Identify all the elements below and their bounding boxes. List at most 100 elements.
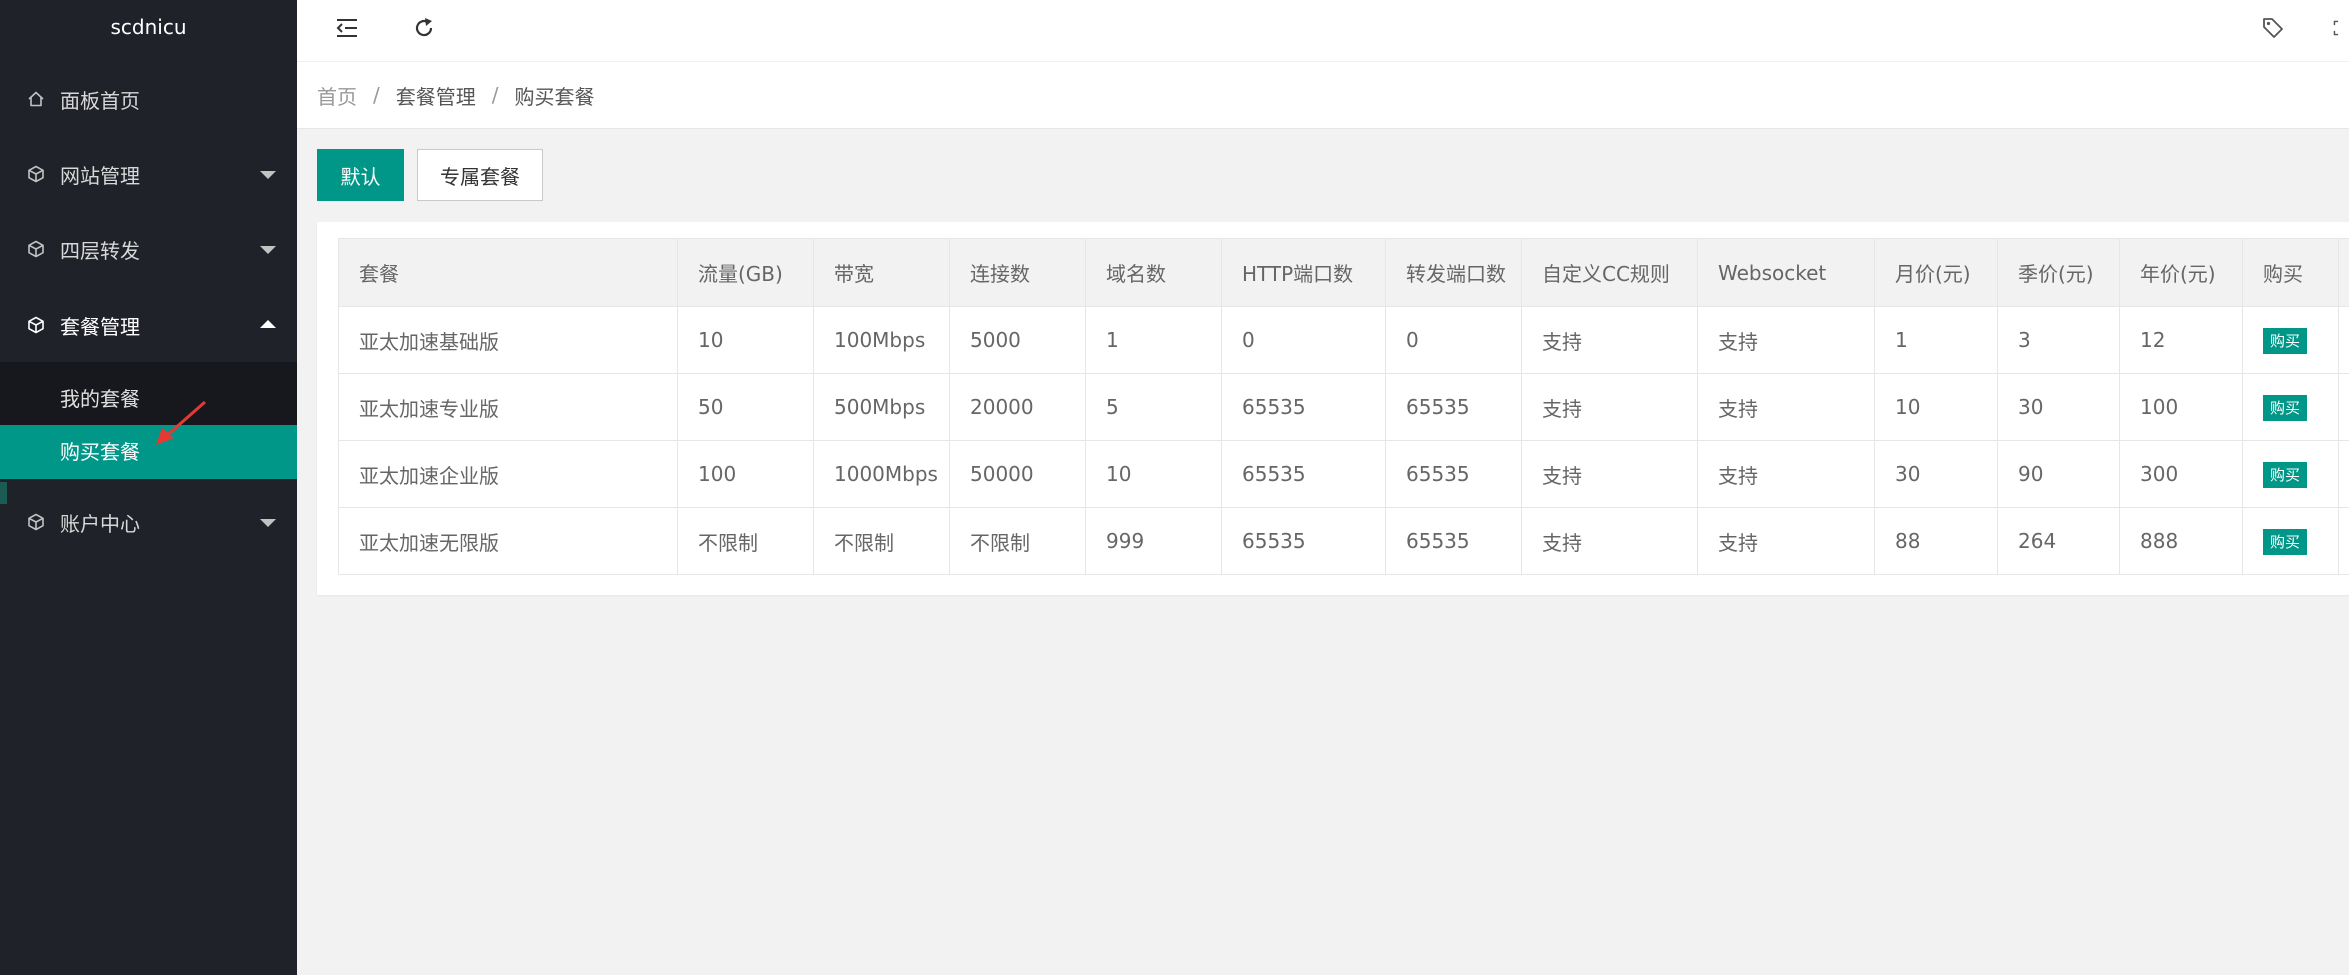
table-row: 亚太加速企业版 100 1000Mbps 50000 10 65535 6553…	[339, 441, 2349, 508]
table-cell: 300	[2120, 441, 2243, 508]
table-cell: 65535	[1386, 441, 1522, 508]
chevron-down-icon	[260, 171, 276, 179]
column-header: 流量(GB)	[678, 239, 814, 307]
menu-fold-icon[interactable]	[333, 14, 361, 42]
sidebar-subitem-my-packages[interactable]: 我的套餐	[0, 372, 297, 426]
table-cell: 购买	[2243, 508, 2339, 575]
table-cell: 888	[2120, 508, 2243, 575]
table-cell	[2339, 307, 2349, 374]
chevron-down-icon	[260, 246, 276, 254]
table-cell: 500Mbps	[814, 374, 950, 441]
table-cell: 12	[2120, 307, 2243, 374]
column-header: 连接数	[950, 239, 1086, 307]
sidebar-item-label: 账户中心	[60, 508, 140, 537]
chevron-down-icon	[260, 519, 276, 527]
table-row: 亚太加速基础版 10 100Mbps 5000 1 0 0 支持 支持 1 3 …	[339, 307, 2349, 374]
table-cell: 支持	[1522, 441, 1698, 508]
table-cell: 0	[1222, 307, 1386, 374]
sidebar-item-forwarding[interactable]: 四层转发	[0, 211, 297, 287]
table-cell	[2339, 508, 2349, 575]
tag-icon[interactable]	[2259, 14, 2287, 42]
table-cell: 3	[1998, 307, 2120, 374]
fullscreen-icon[interactable]	[2333, 14, 2349, 42]
table-cell: 亚太加速专业版	[339, 374, 678, 441]
column-header: 购买	[2243, 239, 2339, 307]
sidebar: scdnicu 面板首页 网站管理 四层转发 套餐管理 我的套餐 购买套餐	[0, 0, 297, 975]
chevron-up-icon	[260, 320, 276, 328]
table-cell: 支持	[1522, 508, 1698, 575]
table-cell: 亚太加速基础版	[339, 307, 678, 374]
table-cell: 5	[1086, 374, 1222, 441]
table-cell: 90	[1998, 441, 2120, 508]
table-cell: 100	[678, 441, 814, 508]
table-cell: 20000	[950, 374, 1086, 441]
table-cell: 支持	[1698, 441, 1875, 508]
table-cell: 1	[1086, 307, 1222, 374]
table-cell: 不限制	[950, 508, 1086, 575]
table-cell: 5000	[950, 307, 1086, 374]
table-cell: 65535	[1222, 374, 1386, 441]
table-cell: 30	[1875, 441, 1998, 508]
breadcrumb-separator: /	[492, 83, 499, 107]
top-header	[297, 0, 2349, 62]
table-cell: 30	[1998, 374, 2120, 441]
home-icon	[26, 89, 46, 109]
cube-icon	[26, 315, 46, 335]
table-cell	[2339, 374, 2349, 441]
buy-button[interactable]: 购买	[2263, 529, 2307, 555]
table-cell: 亚太加速企业版	[339, 441, 678, 508]
buy-button[interactable]: 购买	[2263, 462, 2307, 488]
column-header: HTTP端口数	[1222, 239, 1386, 307]
table-cell: 10	[678, 307, 814, 374]
cube-icon	[26, 239, 46, 259]
buy-button[interactable]: 购买	[2263, 328, 2307, 354]
table-cell: 不限制	[814, 508, 950, 575]
breadcrumb: 首页 / 套餐管理 / 购买套餐	[297, 62, 2349, 129]
table-cell: 0	[1386, 307, 1522, 374]
sidebar-item-account[interactable]: 账户中心	[0, 484, 297, 560]
packages-table: 套餐 流量(GB) 带宽 连接数 域名数 HTTP端口数 转发端口数 自定义CC…	[338, 238, 2349, 575]
default-packages-button[interactable]: 默认	[317, 149, 404, 201]
table-cell: 10	[1086, 441, 1222, 508]
packages-card: 套餐 流量(GB) 带宽 连接数 域名数 HTTP端口数 转发端口数 自定义CC…	[317, 222, 2349, 595]
table-cell: 不限制	[678, 508, 814, 575]
column-header: 季价(元)	[1998, 239, 2120, 307]
table-cell: 50	[678, 374, 814, 441]
column-header: 年价(元)	[2120, 239, 2243, 307]
table-cell: 支持	[1522, 307, 1698, 374]
column-header: 套餐	[339, 239, 678, 307]
breadcrumb-home[interactable]: 首页	[317, 81, 357, 110]
table-cell: 65535	[1386, 374, 1522, 441]
breadcrumb-separator: /	[373, 83, 380, 107]
sidebar-subnav: 我的套餐 购买套餐	[0, 362, 297, 478]
sidebar-subitem-buy-package[interactable]: 购买套餐	[0, 425, 297, 479]
sidebar-item-label: 面板首页	[60, 85, 140, 114]
column-header: 自定义CC规则	[1522, 239, 1698, 307]
cube-icon	[26, 164, 46, 184]
sidebar-item-label: 套餐管理	[60, 311, 140, 340]
breadcrumb-section[interactable]: 套餐管理	[396, 81, 476, 110]
table-cell: 购买	[2243, 307, 2339, 374]
table-cell: 88	[1875, 508, 1998, 575]
column-header: 域名数	[1086, 239, 1222, 307]
column-header-extra	[2339, 239, 2349, 307]
column-header: Websocket	[1698, 239, 1875, 307]
table-cell: 65535	[1222, 441, 1386, 508]
table-cell	[2339, 441, 2349, 508]
table-cell: 264	[1998, 508, 2120, 575]
exclusive-packages-button[interactable]: 专属套餐	[417, 149, 543, 201]
table-header-row: 套餐 流量(GB) 带宽 连接数 域名数 HTTP端口数 转发端口数 自定义CC…	[339, 239, 2349, 307]
column-header: 转发端口数	[1386, 239, 1522, 307]
sidebar-item-label: 四层转发	[60, 235, 140, 264]
table-cell: 1	[1875, 307, 1998, 374]
sidebar-item-sites[interactable]: 网站管理	[0, 136, 297, 212]
sidebar-item-dashboard[interactable]: 面板首页	[0, 61, 297, 137]
sidebar-item-packages[interactable]: 套餐管理	[0, 287, 297, 363]
table-cell: 支持	[1698, 374, 1875, 441]
buy-button[interactable]: 购买	[2263, 395, 2307, 421]
breadcrumb-current: 购买套餐	[515, 81, 595, 110]
table-cell: 支持	[1698, 508, 1875, 575]
app-logo: scdnicu	[0, 0, 297, 54]
refresh-icon[interactable]	[410, 14, 438, 42]
table-cell: 支持	[1698, 307, 1875, 374]
